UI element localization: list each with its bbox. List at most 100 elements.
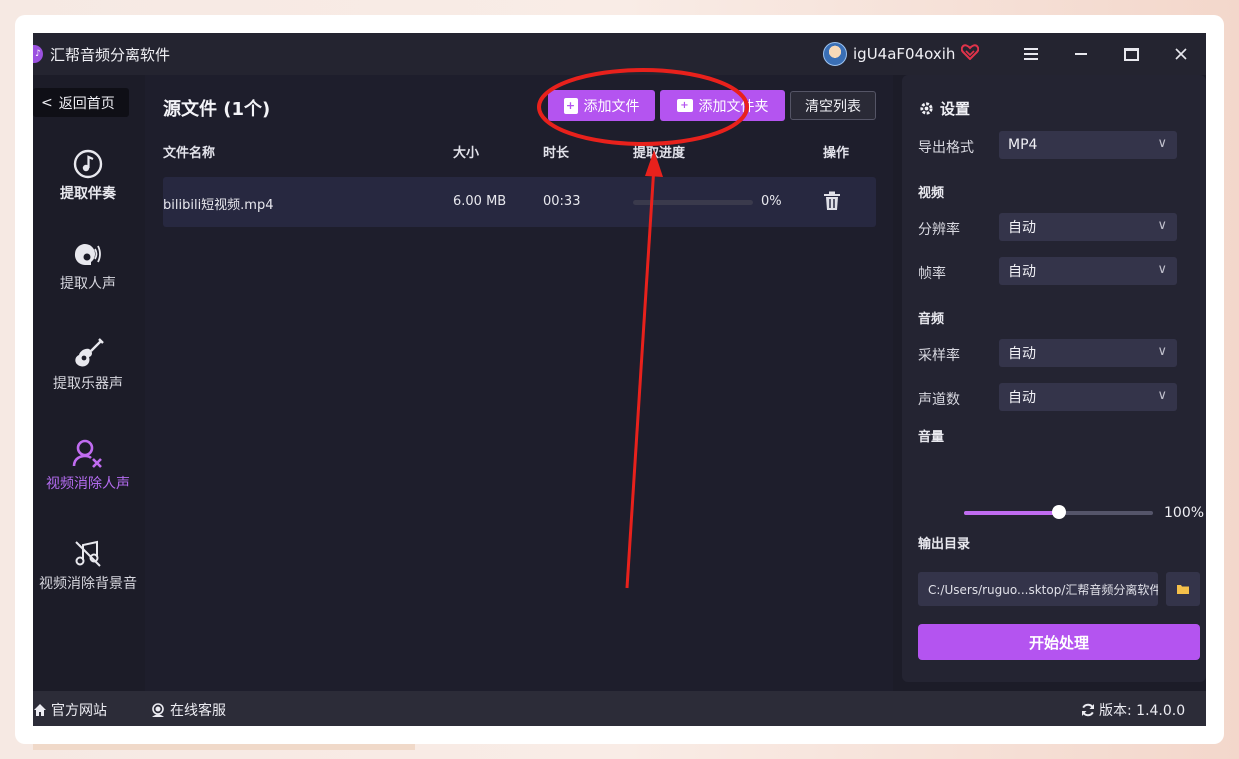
progress-bar — [633, 200, 753, 205]
settings-panel: 设置 导出格式 MP4 ∨ 视频 分辨率 自动 ∨ 帧率 自动 ∨ 音频 采样率… — [902, 75, 1206, 682]
column-header-duration: 时长 — [543, 146, 570, 161]
user-area[interactable]: igU4aF04oxih — [823, 42, 980, 66]
voice-icon — [33, 237, 143, 271]
official-website-label: 官方网站 — [51, 703, 107, 719]
sidebar-item-video-remove-vocals[interactable]: 视频消除人声 — [33, 437, 143, 493]
resolution-label: 分辨率 — [918, 222, 960, 238]
sidebar-item-accompaniment[interactable]: 提取伴奏 — [33, 147, 143, 203]
chevron-down-icon: ∨ — [1157, 218, 1167, 233]
resolution-value: 自动 — [1008, 220, 1036, 236]
chevron-down-icon: ∨ — [1157, 344, 1167, 359]
progress-text: 0% — [761, 194, 782, 209]
sidebar-item-label: 视频消除人声 — [46, 476, 130, 492]
online-support-link[interactable]: 在线客服 — [150, 700, 226, 720]
maximize-icon — [1123, 47, 1139, 61]
menu-button[interactable] — [1006, 33, 1056, 75]
version-info[interactable]: 版本: 1.4.0.0 — [1081, 700, 1185, 720]
music-off-icon — [33, 537, 143, 571]
headset-icon — [152, 703, 164, 717]
column-header-progress: 提取进度 — [633, 146, 686, 161]
output-dir-value: C:/Users/ruguo...sktop/汇帮音频分离软件 — [928, 582, 1158, 597]
output-dir-field[interactable]: C:/Users/ruguo...sktop/汇帮音频分离软件 — [918, 572, 1158, 606]
avatar[interactable] — [823, 42, 847, 66]
add-file-label: 添加文件 — [583, 98, 640, 115]
chevron-down-icon: ∨ — [1157, 388, 1167, 403]
maximize-button[interactable] — [1106, 33, 1156, 75]
delete-button[interactable] — [823, 191, 841, 215]
add-folder-button[interactable]: + 添加文件夹 — [660, 90, 785, 121]
minimize-icon — [1075, 53, 1087, 55]
sidebar-item-instruments[interactable]: 提取乐器声 — [33, 337, 143, 393]
minimize-button[interactable] — [1056, 33, 1106, 75]
status-bar: 官方网站 在线客服 版本: 1.4.0.0 — [33, 691, 1206, 726]
music-note-icon — [33, 147, 143, 181]
file-size: 6.00 MB — [453, 194, 507, 209]
column-header-actions: 操作 — [823, 146, 850, 161]
samplerate-select[interactable]: 自动 ∨ — [999, 339, 1177, 367]
start-processing-label: 开始处理 — [1028, 633, 1089, 652]
add-file-icon: + — [563, 97, 578, 114]
refresh-icon — [1082, 703, 1094, 717]
title-bar: ♪ 汇帮音频分离软件 igU4aF04oxih — [33, 33, 1206, 75]
back-home-button[interactable]: < 返回首页 — [33, 88, 129, 117]
framerate-select[interactable]: 自动 ∨ — [999, 257, 1177, 285]
channels-select[interactable]: 自动 ∨ — [999, 383, 1177, 411]
sidebar-item-label: 提取乐器声 — [53, 376, 123, 392]
resolution-select[interactable]: 自动 ∨ — [999, 213, 1177, 241]
output-dir-label: 输出目录 — [918, 537, 971, 552]
username[interactable]: igU4aF04oxih — [853, 45, 955, 63]
export-format-select[interactable]: MP4 ∨ — [999, 131, 1177, 159]
vip-heart-icon[interactable] — [961, 44, 980, 64]
app-logo-icon: ♪ — [33, 45, 43, 63]
gear-icon — [920, 102, 933, 115]
app-window: ♪ 汇帮音频分离软件 igU4aF04oxih < 返回首页 提取伴奏 提取人声… — [33, 33, 1206, 726]
chevron-down-icon: ∨ — [1157, 262, 1167, 277]
volume-slider-fill — [964, 511, 1059, 515]
clear-list-label: 清空列表 — [805, 98, 861, 115]
official-website-link[interactable]: 官方网站 — [33, 700, 107, 720]
sidebar-item-label: 提取伴奏 — [60, 186, 116, 202]
framerate-value: 自动 — [1008, 264, 1036, 280]
sidebar-item-video-remove-bgm[interactable]: 视频消除背景音 — [33, 537, 143, 593]
framerate-label: 帧率 — [918, 266, 946, 282]
version-label: 版本: 1.4.0.0 — [1099, 703, 1186, 719]
add-folder-label: 添加文件夹 — [698, 98, 769, 115]
column-header-size: 大小 — [453, 146, 480, 161]
online-support-label: 在线客服 — [170, 703, 226, 719]
file-duration: 00:33 — [543, 194, 581, 209]
audio-section-label: 音频 — [918, 312, 945, 327]
sidebar-item-vocals[interactable]: 提取人声 — [33, 237, 143, 293]
chevron-down-icon: ∨ — [1157, 136, 1167, 151]
add-folder-icon: + — [676, 99, 693, 112]
clear-list-button[interactable]: 清空列表 — [790, 91, 876, 120]
backdrop-strip — [33, 744, 415, 750]
folder-icon — [1177, 585, 1189, 594]
home-icon — [34, 704, 46, 716]
sidebar: < 返回首页 提取伴奏 提取人声 提取乐器声 视频消除人声 视频消除背景音 — [33, 75, 143, 691]
video-section-label: 视频 — [918, 186, 945, 201]
settings-title-label: 设置 — [940, 100, 971, 118]
app-title: 汇帮音频分离软件 — [50, 45, 171, 64]
browse-folder-button[interactable] — [1166, 572, 1200, 606]
page-title: 源文件 (1个) — [163, 99, 271, 120]
samplerate-label: 采样率 — [918, 348, 960, 364]
volume-slider-thumb[interactable] — [1051, 505, 1066, 519]
hamburger-icon — [1024, 48, 1038, 60]
export-format-label: 导出格式 — [918, 140, 974, 156]
chevron-left-icon: < — [41, 94, 53, 111]
volume-label: 音量 — [918, 430, 945, 445]
file-name: bilibili短视频.mp4 — [163, 198, 274, 213]
settings-title: 设置 — [919, 98, 970, 119]
channels-label: 声道数 — [918, 392, 960, 408]
sidebar-item-label: 视频消除背景音 — [39, 576, 137, 592]
table-row[interactable]: bilibili短视频.mp4 6.00 MB 00:33 0% — [163, 177, 876, 227]
volume-value: 100% — [1164, 505, 1205, 521]
add-file-button[interactable]: + 添加文件 — [548, 90, 655, 121]
close-icon — [1175, 48, 1187, 60]
column-header-name: 文件名称 — [163, 146, 216, 161]
sidebar-item-label: 提取人声 — [60, 276, 116, 292]
samplerate-value: 自动 — [1008, 346, 1036, 362]
start-processing-button[interactable]: 开始处理 — [918, 624, 1200, 660]
close-button[interactable] — [1156, 33, 1206, 75]
user-remove-icon — [33, 437, 143, 471]
